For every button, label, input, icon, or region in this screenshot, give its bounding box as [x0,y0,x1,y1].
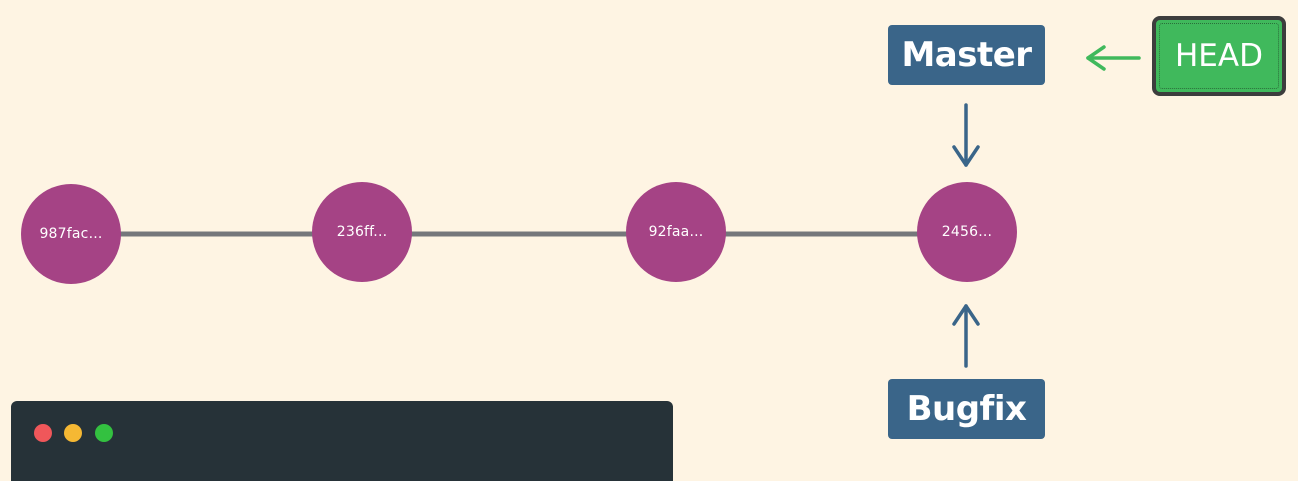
git-diagram: 987fac... 236ff... 92faa... 2456... Mast… [0,0,1298,481]
branch-name: Master [901,35,1032,75]
commit-node[interactable]: 236ff... [312,182,412,282]
commit-node[interactable]: 2456... [917,182,1017,282]
terminal-window[interactable] [11,401,673,481]
arrow-down-icon [952,103,980,167]
window-close-dot[interactable] [34,424,52,442]
head-pointer-label[interactable]: HEAD [1152,16,1286,96]
commit-hash: 92faa... [648,224,704,240]
window-minimize-dot[interactable] [64,424,82,442]
commit-node[interactable]: 92faa... [626,182,726,282]
arrow-up-icon [952,304,980,368]
branch-label-bugfix[interactable]: Bugfix [888,379,1045,439]
branch-name: Bugfix [906,389,1027,429]
arrow-left-icon [1086,45,1141,71]
commit-hash: 236ff... [336,224,388,240]
branch-label-master[interactable]: Master [888,25,1045,85]
commit-hash: 2456... [941,224,993,240]
commit-hash: 987fac... [39,226,103,242]
commit-node[interactable]: 987fac... [21,184,121,284]
head-label-text: HEAD [1175,38,1263,74]
window-maximize-dot[interactable] [95,424,113,442]
